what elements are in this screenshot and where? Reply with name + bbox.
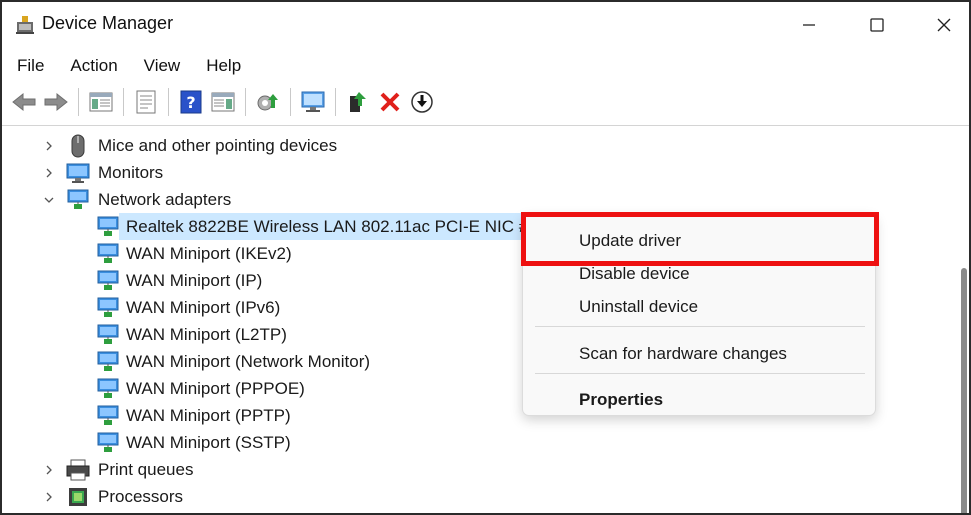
action-pane-button[interactable] <box>209 88 237 116</box>
tree-label: Mice and other pointing devices <box>98 135 338 155</box>
menu-separator <box>535 373 865 374</box>
expand-chevron-icon[interactable] <box>42 166 56 180</box>
show-hide-console-tree-icon <box>89 92 113 112</box>
tree-category-processors[interactable]: Processors <box>2 483 957 510</box>
menu-view[interactable]: View <box>135 52 190 82</box>
back-button[interactable] <box>10 88 38 116</box>
disable-device-icon <box>411 91 433 113</box>
update-driver-button[interactable] <box>254 88 282 116</box>
minimize-icon <box>803 24 815 26</box>
device-manager-window: Device Manager File Action View Help ? M… <box>0 0 971 515</box>
monitor-icon <box>66 163 90 183</box>
toolbar-separator <box>290 88 291 116</box>
scan-hardware-button[interactable] <box>299 88 327 116</box>
network-adapter-icon <box>97 405 119 425</box>
help-button[interactable]: ? <box>177 88 205 116</box>
scrollbar-thumb[interactable] <box>961 268 967 513</box>
device-manager-icon <box>16 16 34 34</box>
printer-icon <box>66 459 90 480</box>
enable-device-button[interactable] <box>344 88 372 116</box>
properties-button[interactable] <box>132 88 160 116</box>
help-icon: ? <box>180 90 202 114</box>
window-title: Device Manager <box>42 13 174 33</box>
tree-label: WAN Miniport (Network Monitor) <box>126 351 371 371</box>
toolbar-separator <box>123 88 124 116</box>
close-button[interactable] <box>914 2 969 48</box>
forward-button[interactable] <box>42 88 70 116</box>
network-adapter-icon <box>67 189 89 209</box>
tree-category-mice[interactable]: Mice and other pointing devices <box>2 132 957 159</box>
menu-file[interactable]: File <box>8 52 53 82</box>
enable-device-icon <box>350 92 366 112</box>
tree-category-print-queues[interactable]: Print queues <box>2 456 957 483</box>
close-icon <box>937 18 951 32</box>
forward-arrow-icon <box>44 92 68 112</box>
vertical-scrollbar[interactable] <box>957 128 969 513</box>
network-adapter-icon <box>97 378 119 398</box>
minimize-button[interactable] <box>779 2 839 48</box>
toolbar-separator <box>245 88 246 116</box>
uninstall-device-icon <box>380 92 400 112</box>
network-adapter-icon <box>97 324 119 344</box>
menu-item-uninstall-device[interactable]: Uninstall device <box>579 297 698 317</box>
back-arrow-icon <box>12 92 36 112</box>
menu-item-properties[interactable]: Properties <box>579 390 663 410</box>
collapse-chevron-icon[interactable] <box>42 193 56 207</box>
mouse-icon <box>71 134 85 157</box>
toolbar-divider <box>2 125 969 126</box>
menu-help[interactable]: Help <box>197 52 250 82</box>
menu-item-scan-hardware[interactable]: Scan for hardware changes <box>579 344 787 364</box>
svg-text:?: ? <box>186 93 195 112</box>
expand-chevron-icon[interactable] <box>42 139 56 153</box>
tree-label: WAN Miniport (IKEv2) <box>126 243 292 263</box>
tree-label: Print queues <box>98 459 194 479</box>
update-driver-icon <box>257 94 278 111</box>
tree-label: Processors <box>98 486 184 506</box>
update-driver-highlight-box <box>521 212 879 266</box>
action-pane-icon <box>211 92 235 112</box>
tree-item-wan-sstp[interactable]: WAN Miniport (SSTP) <box>2 429 957 456</box>
network-adapter-icon <box>97 216 119 236</box>
toolbar-separator <box>335 88 336 116</box>
tree-label: WAN Miniport (IP) <box>126 270 263 290</box>
properties-icon <box>136 90 156 114</box>
network-adapter-icon <box>97 432 119 452</box>
menu-item-disable-device[interactable]: Disable device <box>579 264 690 284</box>
uninstall-device-button[interactable] <box>376 88 404 116</box>
menu-bar: File Action View Help <box>2 52 969 82</box>
tree-label: WAN Miniport (IPv6) <box>126 297 281 317</box>
maximize-icon <box>870 18 884 32</box>
expand-chevron-icon[interactable] <box>42 463 56 477</box>
tree-label: WAN Miniport (L2TP) <box>126 324 287 344</box>
expand-chevron-icon[interactable] <box>42 490 56 504</box>
menu-action[interactable]: Action <box>61 52 126 82</box>
toolbar-separator <box>168 88 169 116</box>
tree-label: Monitors <box>98 162 164 182</box>
menu-separator <box>535 326 865 327</box>
tree-category-monitors[interactable]: Monitors <box>2 159 957 186</box>
tree-category-network-adapters[interactable]: Network adapters <box>2 186 957 213</box>
toolbar: ? <box>2 84 969 120</box>
tree-label: WAN Miniport (SSTP) <box>126 432 291 452</box>
network-adapter-icon <box>97 297 119 317</box>
processor-icon <box>69 487 87 506</box>
title-bar[interactable]: Device Manager <box>2 2 969 48</box>
tree-label: WAN Miniport (PPPOE) <box>126 378 305 398</box>
tree-label: Network adapters <box>98 189 232 209</box>
toolbar-separator <box>78 88 79 116</box>
show-hide-console-tree-button[interactable] <box>87 88 115 116</box>
network-adapter-icon <box>97 243 119 263</box>
scan-hardware-icon <box>301 91 325 112</box>
maximize-button[interactable] <box>847 2 907 48</box>
disable-device-button[interactable] <box>408 88 436 116</box>
network-adapter-icon <box>97 351 119 371</box>
network-adapter-icon <box>97 270 119 290</box>
tree-label: WAN Miniport (PPTP) <box>126 405 291 425</box>
tree-label: Realtek 8822BE Wireless LAN 802.11ac PCI… <box>126 216 538 236</box>
